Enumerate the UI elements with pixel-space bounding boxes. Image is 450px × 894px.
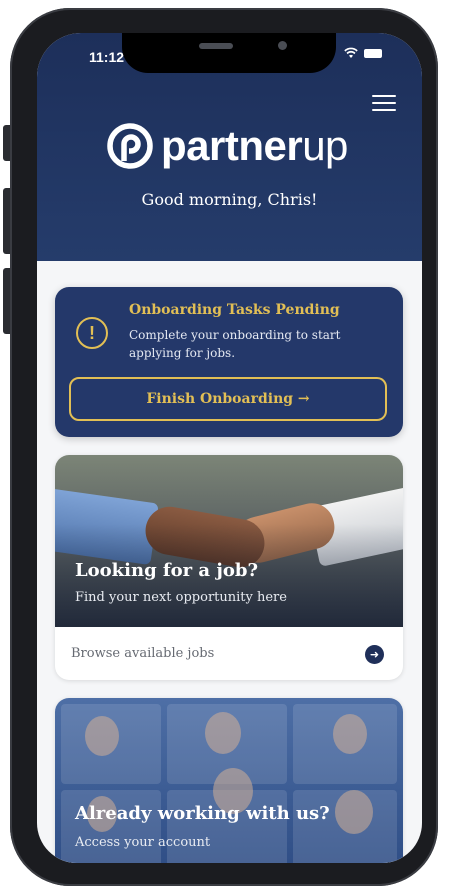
wifi-icon [344, 47, 358, 58]
account-access-card[interactable]: Already working with us? Access your acc… [55, 698, 403, 863]
notch-speaker [199, 43, 233, 49]
job-card-subheading: Find your next opportunity here [75, 590, 287, 605]
account-card-subheading: Access your account [75, 835, 211, 850]
job-search-card[interactable]: Looking for a job? Find your next opport… [55, 455, 403, 680]
collage-face [205, 712, 241, 754]
onboarding-alert-card: ! Onboarding Tasks Pending Complete your… [55, 287, 403, 437]
notch-camera [278, 41, 287, 50]
hamburger-menu-icon[interactable] [372, 95, 396, 113]
status-time: 11:12 [89, 49, 125, 65]
status-icons [344, 47, 382, 59]
brand-wordmark-bold: partner [161, 122, 303, 169]
collage-face [335, 790, 373, 834]
job-card-heading: Looking for a job? [75, 560, 258, 581]
handshake-image: Looking for a job? Find your next opport… [55, 455, 403, 627]
partnerup-logo-icon [107, 123, 153, 169]
battery-icon [364, 48, 382, 58]
warning-exclamation-icon: ! [76, 317, 108, 349]
onboarding-title: Onboarding Tasks Pending [129, 302, 340, 318]
collage-face [333, 714, 367, 754]
browse-jobs-link[interactable]: Browse available jobs [71, 646, 214, 661]
arrow-right-circle-icon[interactable]: ➜ [365, 645, 384, 664]
phone-notch [122, 33, 336, 73]
greeting-text: Good morning, Chris! [141, 190, 318, 209]
collage-face [85, 716, 119, 756]
account-card-heading: Already working with us? [75, 803, 330, 824]
team-collage-image: Already working with us? Access your acc… [55, 698, 403, 863]
app-screen: 11:12 partnerup Good morning, Chris! ! O… [37, 33, 422, 863]
onboarding-description: Complete your onboarding to start applyi… [129, 328, 341, 360]
brand-wordmark: partnerup [161, 125, 348, 167]
browse-jobs-row[interactable]: Browse available jobs ➜ [55, 627, 403, 680]
brand-wordmark-light: up [302, 122, 348, 169]
finish-onboarding-button[interactable]: Finish Onboarding → [69, 377, 387, 421]
brand-logo: partnerup [105, 121, 348, 171]
